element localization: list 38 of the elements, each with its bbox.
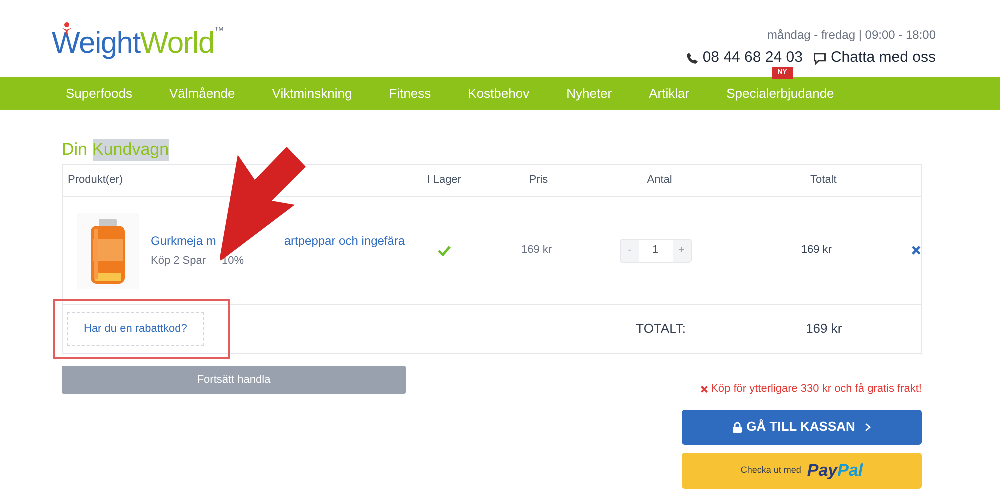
nav-link[interactable]: Välmående	[170, 86, 236, 100]
checkout-button[interactable]: GÅ TILL KASSAN	[682, 410, 922, 444]
nav-link[interactable]: Nyheter	[566, 86, 612, 100]
column-header: Antal	[646, 173, 674, 188]
column-header: Produkt(er)	[67, 173, 124, 188]
product-name[interactable]: artpeppar och ingefära	[284, 232, 406, 250]
nav-link[interactable]: Specialerbjudande	[726, 86, 834, 100]
column-header: Totalt	[810, 173, 838, 188]
promo-text: Köp 2 Spar	[151, 254, 206, 269]
cart-title: Din	[62, 139, 88, 161]
paypal-button[interactable]: Checka ut med PayPal	[682, 452, 922, 488]
nav-link[interactable]: Artiklar	[649, 86, 690, 100]
free-shipping-note: Köp för ytterligare 330 kr och få gratis frakt!	[711, 382, 922, 397]
total-value: 169 kr	[805, 320, 844, 338]
chevron-icon	[865, 422, 872, 432]
nav-link[interactable]: Fitness	[389, 86, 432, 100]
coupon-link[interactable]: Har du en rabattkod?	[67, 312, 204, 346]
continue-shopping-button[interactable]: Fortsätt handla	[62, 366, 406, 394]
column-header: Pris	[528, 173, 550, 188]
logo[interactable]: WeightWorld$^{™}$	[52, 24, 224, 64]
lock-icon	[732, 422, 742, 432]
chat-link[interactable]: Chatta med oss	[830, 47, 936, 70]
phone-number[interactable]: 08 44 68 24 03	[702, 47, 803, 70]
remove-icon[interactable]	[912, 246, 922, 255]
product-name[interactable]: Gurkmeja m	[151, 232, 216, 250]
opening-hours: måndag - fredag | 09:00 - 18:00	[767, 27, 936, 44]
column-header: I Lager	[426, 173, 462, 188]
close-icon	[701, 386, 708, 393]
phone-icon	[686, 52, 699, 65]
line-total: 169 kr	[800, 243, 833, 258]
nav-link[interactable]: Viktminskning	[272, 86, 352, 100]
promo-text: 10%	[222, 254, 244, 269]
price: 169 kr	[520, 243, 554, 258]
chat-icon	[812, 52, 827, 65]
nav-link[interactable]: Kostbehov	[468, 86, 530, 100]
nav-link[interactable]: Superfoods	[66, 86, 132, 100]
total-label: TOTALT:	[635, 320, 687, 338]
cart-title: Kundvagn	[92, 139, 170, 161]
